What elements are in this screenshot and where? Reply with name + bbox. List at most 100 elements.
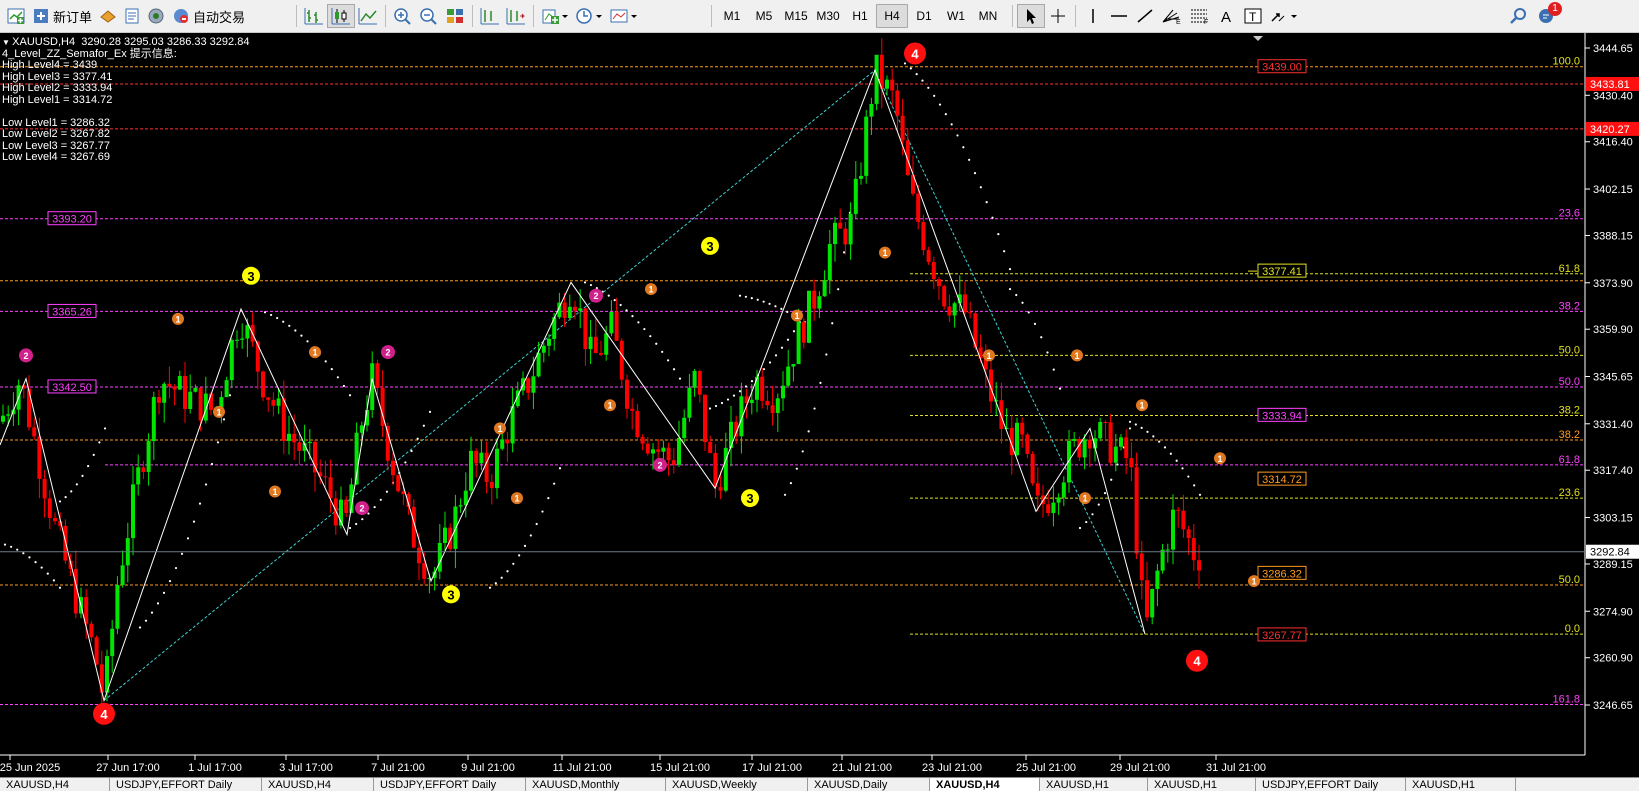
new-chart-icon xyxy=(7,8,25,24)
chart-tab[interactable]: USDJPY,EFFORT Daily xyxy=(110,778,262,791)
timeframe-m1-button[interactable]: M1 xyxy=(716,4,748,28)
text-label-button[interactable]: T xyxy=(1240,4,1266,28)
chart-tab[interactable]: XAUUSD,H4 xyxy=(930,778,1040,791)
sar-dot xyxy=(500,576,503,579)
sar-dot xyxy=(92,453,95,456)
chart-tab[interactable]: XAUUSD,H4 xyxy=(0,778,110,791)
chart-tab[interactable]: XAUUSD,Weekly xyxy=(666,778,808,791)
sar-dot xyxy=(276,316,279,320)
candle-body xyxy=(526,378,531,393)
vertical-line-button[interactable] xyxy=(1080,4,1106,28)
semafor-1-label: 1 xyxy=(312,348,317,358)
cursor-button[interactable] xyxy=(1017,4,1045,28)
candlestick-button[interactable] xyxy=(327,4,355,28)
fibonacci-fan-button[interactable]: E xyxy=(1158,4,1186,28)
candle-body xyxy=(703,394,707,443)
new-order-button[interactable]: 新订单 xyxy=(28,4,96,28)
sar-dot xyxy=(138,626,142,629)
candle-body xyxy=(1119,437,1123,447)
auto-trading-button[interactable]: 自动交易 xyxy=(168,4,249,28)
sar-dot xyxy=(367,512,370,515)
sar-dot xyxy=(1110,478,1113,481)
market-watch-button[interactable] xyxy=(96,4,120,28)
fibonacci-retracement-button[interactable]: F xyxy=(1186,4,1214,28)
notifications-button[interactable]: 1 xyxy=(1534,2,1562,28)
candle-body xyxy=(567,306,572,318)
sar-dot xyxy=(780,346,784,349)
time-tick-label: 21 Jul 21:00 xyxy=(832,762,892,774)
level-label-3342-text: 3342.50 xyxy=(52,382,92,394)
sar-dot xyxy=(28,556,31,559)
timeframe-m5-button[interactable]: M5 xyxy=(748,4,780,28)
sar-dot xyxy=(831,322,834,325)
timeframe-h4-button[interactable]: H4 xyxy=(876,4,908,28)
periods-button[interactable] xyxy=(572,4,606,28)
candle-body xyxy=(136,467,141,485)
chart-tab[interactable]: XAUUSD,Daily xyxy=(808,778,930,791)
templates-icon xyxy=(610,9,637,23)
semafor-4-label: 4 xyxy=(100,707,108,722)
new-chart-button[interactable] xyxy=(4,4,28,28)
toolbar-separator xyxy=(385,5,386,27)
line-chart-button[interactable] xyxy=(355,4,381,28)
timeframe-mn-button[interactable]: MN xyxy=(972,4,1004,28)
timeframe-m15-button[interactable]: M15 xyxy=(780,4,812,28)
crosshair-button[interactable] xyxy=(1045,4,1071,28)
trendline-button[interactable] xyxy=(1132,4,1158,28)
candle-body xyxy=(817,296,822,309)
sar-dot xyxy=(726,398,730,401)
candle-body xyxy=(422,563,427,579)
candle-body xyxy=(1186,529,1191,539)
bar-chart-button[interactable] xyxy=(301,4,327,28)
timeframe-w1-button[interactable]: W1 xyxy=(940,4,972,28)
chart-tab[interactable]: XAUUSD,H4 xyxy=(262,778,374,791)
chart-tab[interactable]: XAUUSD,H1 xyxy=(1406,778,1516,791)
navigator-button[interactable] xyxy=(144,4,168,28)
zoom-out-button[interactable] xyxy=(416,4,442,28)
indicators-button[interactable] xyxy=(538,4,572,28)
timeframe-m30-button[interactable]: M30 xyxy=(812,4,844,28)
search-button[interactable] xyxy=(1506,4,1532,28)
candle-body xyxy=(635,410,640,438)
fib-label-000: 0.0 xyxy=(1565,623,1580,635)
horizontal-line-button[interactable] xyxy=(1106,4,1132,28)
sar-dot xyxy=(1181,467,1184,470)
chart-window[interactable]: 3393.20 3365.26 3342.50 3439.00 3377.41 3333.… xyxy=(0,33,1639,777)
market-watch-icon xyxy=(100,10,116,23)
templates-button[interactable] xyxy=(606,4,642,28)
sar-dot xyxy=(1128,427,1132,430)
candle-body xyxy=(656,449,661,452)
sar-dot xyxy=(1140,426,1143,429)
sar-dot xyxy=(744,385,748,388)
price-tick-label: 3246.65 xyxy=(1593,700,1633,712)
text-label-icon: T xyxy=(1244,8,1262,24)
chart-tab[interactable]: XAUUSD,Monthly xyxy=(526,778,666,791)
chart-tab[interactable]: XAUUSD,H1 xyxy=(1148,778,1256,791)
candle-body xyxy=(1056,497,1061,503)
chart-tab[interactable]: XAUUSD,H1 xyxy=(1040,778,1148,791)
sar-dot xyxy=(1116,463,1119,466)
candle-body xyxy=(1030,453,1035,484)
sar-dot xyxy=(672,368,676,371)
trendline-down[interactable] xyxy=(874,69,1146,635)
chart-shift-button[interactable] xyxy=(477,4,503,28)
timeframe-d1-button[interactable]: D1 xyxy=(908,4,940,28)
chart-tab[interactable]: USDJPY,EFFORT Daily xyxy=(374,778,526,791)
timeframe-h1-button[interactable]: H1 xyxy=(844,4,876,28)
text-button[interactable]: A xyxy=(1214,4,1240,28)
data-window-button[interactable] xyxy=(120,4,144,28)
trendline-up[interactable] xyxy=(103,69,876,701)
level-label-3393-text: 3393.20 xyxy=(52,214,92,226)
sar-dot xyxy=(909,67,912,70)
sar-dot xyxy=(979,186,982,189)
fib-label-236-a: 23.6 xyxy=(1559,208,1580,220)
candle-body xyxy=(27,388,31,428)
autoscroll-button[interactable] xyxy=(503,4,529,28)
arrows-button[interactable] xyxy=(1266,4,1302,28)
time-tick-label: 25 Jul 21:00 xyxy=(1016,762,1076,774)
zoom-in-button[interactable] xyxy=(390,4,416,28)
tile-windows-button[interactable] xyxy=(442,4,468,28)
chart-shift-marker[interactable] xyxy=(1253,36,1263,41)
chart-tab[interactable]: USDJPY,EFFORT Daily xyxy=(1256,778,1406,791)
candle-body xyxy=(94,637,99,665)
